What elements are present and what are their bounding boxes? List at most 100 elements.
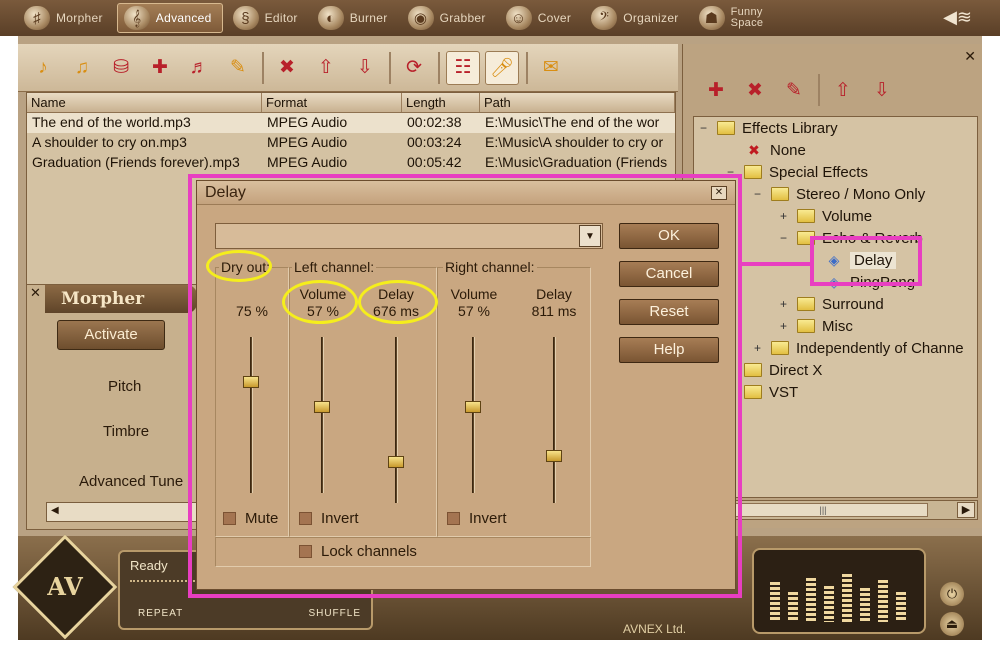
editor-icon: § — [232, 6, 259, 30]
folder-icon — [771, 341, 789, 355]
morpher-icon: ♯ — [24, 6, 50, 30]
effects-toolbar: ✚ ✖ ✎ ⇧ ⇩ — [691, 68, 975, 112]
advanced-tune-label: Advanced Tune — [79, 473, 184, 490]
tree-item-direct-x[interactable]: Direct X — [744, 359, 822, 381]
dialog-highlight-box — [188, 174, 742, 598]
move-up-icon[interactable]: ⇧ — [309, 51, 343, 85]
table-row[interactable]: A shoulder to cry on.mp3 MPEG Audio 00:0… — [27, 133, 675, 153]
tab-funny-space[interactable]: ☗ Funny Space — [693, 3, 774, 33]
toolbar-divider — [526, 51, 528, 84]
eq-bar — [878, 580, 888, 622]
delay-item-highlight-box — [810, 236, 922, 286]
eq-bar — [788, 592, 798, 622]
pitch-label: Pitch — [108, 378, 142, 395]
microphone-icon[interactable]: 🎤︎ — [485, 50, 519, 85]
dry-out-highlight — [206, 250, 272, 282]
power-icon[interactable]: ⏻ — [940, 582, 964, 606]
eq-bar — [842, 574, 852, 622]
toolbar-divider — [262, 51, 264, 84]
speaker-icon[interactable]: ◀≋ — [943, 7, 972, 28]
tree-item-independently[interactable]: + Independently of Channe — [752, 337, 964, 359]
activate-button[interactable]: Activate — [57, 320, 165, 350]
convert-icon[interactable]: ⟳ — [397, 51, 431, 85]
tree-item-effects-library[interactable]: − Effects Library — [698, 117, 838, 139]
tree-item-none[interactable]: ✖ None — [746, 139, 806, 161]
expand-icon[interactable]: + — [778, 209, 789, 223]
collapse-icon[interactable]: − — [752, 187, 763, 201]
eq-bar — [896, 592, 906, 622]
tab-organizer[interactable]: 𝄢 Organizer — [585, 3, 688, 33]
left-delay-highlight — [358, 280, 438, 324]
highlight-connector — [740, 262, 812, 266]
table-row[interactable]: The end of the world.mp3 MPEG Audio 00:0… — [27, 113, 675, 133]
tree-item-stereo-mono[interactable]: − Stereo / Mono Only — [752, 183, 925, 205]
column-length[interactable]: Length — [402, 93, 480, 112]
close-icon[interactable]: ✕ — [30, 285, 41, 301]
effect-up-icon[interactable]: ⇧ — [826, 73, 860, 107]
settings-icon[interactable]: ✉ — [534, 51, 568, 85]
close-icon[interactable]: ✕ — [964, 48, 976, 65]
toolbar-divider — [389, 51, 391, 84]
effect-down-icon[interactable]: ⇩ — [865, 73, 899, 107]
cover-icon: ☺ — [505, 6, 532, 30]
equalizer-display — [752, 548, 926, 634]
main-nav: ♯ Morpher 𝄞 Advanced § Editor ◐ Burner ◉ Grab… — [0, 0, 1000, 36]
scroll-thumb[interactable]: ||| — [718, 503, 928, 517]
eject-icon[interactable]: ⏏ — [940, 612, 964, 636]
shuffle-button[interactable]: SHUFFLE — [308, 608, 361, 619]
folder-icon — [744, 385, 762, 399]
column-name[interactable]: Name — [27, 93, 262, 112]
tab-cover[interactable]: ☺ Cover — [500, 3, 582, 33]
tab-advanced[interactable]: 𝄞 Advanced — [116, 3, 223, 33]
eq-bar — [824, 586, 834, 622]
scroll-left-icon[interactable]: ◀ — [51, 505, 59, 516]
expand-icon[interactable]: + — [778, 297, 789, 311]
tree-item-surround[interactable]: + Surround — [778, 293, 884, 315]
tree-item-volume[interactable]: + Volume — [778, 205, 872, 227]
tree-item-special-effects[interactable]: − Special Effects — [725, 161, 868, 183]
add-note-icon[interactable]: ♫ — [65, 51, 99, 85]
table-row[interactable]: Graduation (Friends forever).mp3 MPEG Au… — [27, 153, 675, 173]
tree-item-vst[interactable]: VST — [744, 381, 798, 403]
expand-icon[interactable]: + — [778, 319, 789, 333]
folder-icon — [771, 187, 789, 201]
remove-icon[interactable]: ✖ — [270, 51, 304, 85]
left-volume-highlight — [282, 280, 358, 324]
add-file-icon[interactable]: ♪ — [26, 51, 60, 85]
edit-effect-icon[interactable]: ✎ — [777, 73, 811, 107]
collapse-icon[interactable]: − — [698, 121, 709, 135]
toolbar-divider — [438, 51, 440, 84]
av-logo: AV — [12, 534, 118, 640]
folder-icon — [717, 121, 735, 135]
morpher-panel: ✕ Morpher Activate Pitch Timbre Advanced… — [26, 284, 214, 530]
folder-icon — [797, 319, 815, 333]
column-format[interactable]: Format — [262, 93, 402, 112]
funny-space-icon: ☗ — [698, 6, 725, 30]
tab-burner[interactable]: ◐ Burner — [312, 3, 398, 33]
expand-icon[interactable]: + — [752, 341, 763, 355]
add-music-icon[interactable]: ♬ — [182, 51, 216, 85]
folder-icon — [744, 165, 762, 179]
effects-tree-icon[interactable]: ☷ — [446, 50, 480, 85]
add-list-icon[interactable]: ✚ — [143, 51, 177, 85]
remove-effect-icon[interactable]: ✖ — [738, 73, 772, 107]
folder-icon — [797, 297, 815, 311]
organizer-icon: 𝄢 — [591, 6, 618, 30]
repeat-button[interactable]: REPEAT — [138, 608, 183, 619]
column-path[interactable]: Path — [480, 93, 675, 112]
eq-bar — [806, 578, 816, 622]
timbre-label: Timbre — [103, 423, 150, 440]
rename-icon[interactable]: ✎ — [221, 51, 255, 85]
move-down-icon[interactable]: ⇩ — [348, 51, 382, 85]
scroll-right-icon[interactable]: ▶ — [957, 502, 975, 518]
tab-grabber[interactable]: ◉ Grabber — [402, 3, 496, 33]
tab-editor[interactable]: § Editor — [227, 3, 308, 33]
add-effect-icon[interactable]: ✚ — [699, 73, 733, 107]
add-cd-icon[interactable]: ⛁ — [104, 51, 138, 85]
main-toolbar: ♪ ♫ ⛁ ✚ ♬ ✎ ✖ ⇧ ⇩ ⟳ ☷ 🎤︎ ✉ — [18, 44, 678, 92]
tab-morpher[interactable]: ♯ Morpher — [18, 3, 113, 33]
collapse-icon[interactable]: − — [778, 231, 789, 245]
folder-icon — [797, 209, 815, 223]
file-list-header: Name Format Length Path — [27, 93, 675, 113]
tree-item-misc[interactable]: + Misc — [778, 315, 853, 337]
